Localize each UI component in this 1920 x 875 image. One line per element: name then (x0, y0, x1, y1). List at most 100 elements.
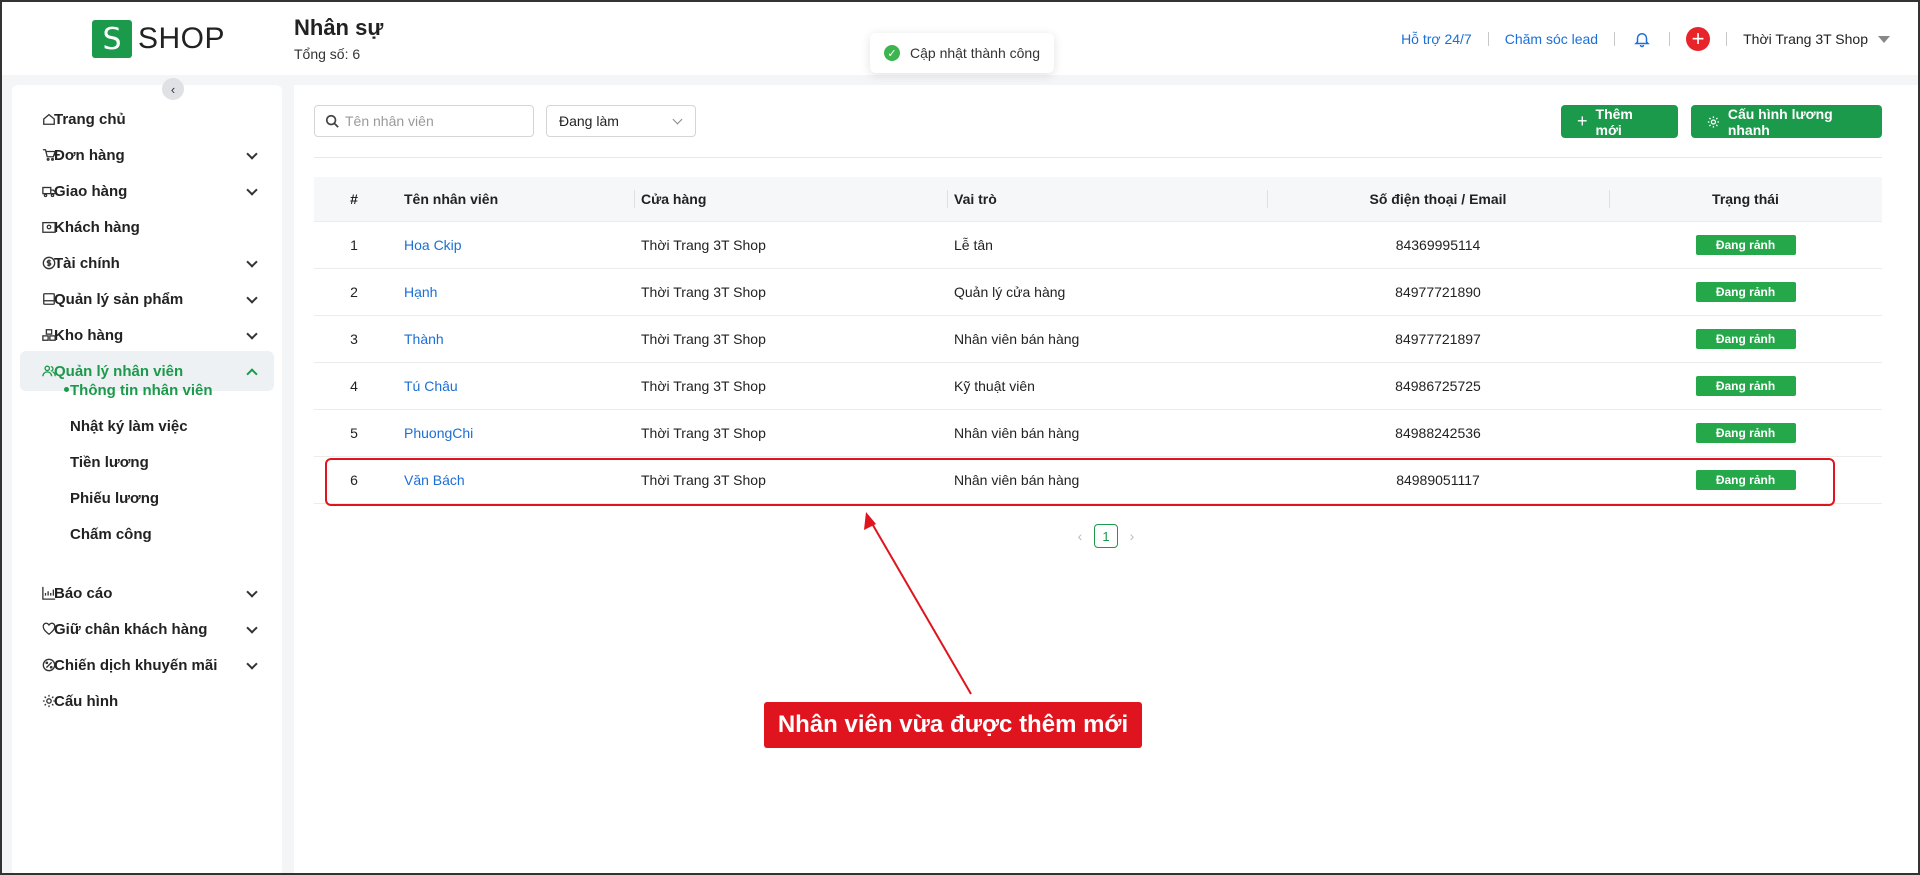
sidebar-item-reports[interactable]: Báo cáo (20, 573, 274, 613)
column-divider (947, 190, 948, 208)
sidebar-item-settings[interactable]: Cấu hình (20, 681, 274, 721)
cell-index: 2 (350, 284, 358, 300)
chevron-down-icon (672, 114, 683, 125)
contact-card-icon (42, 221, 56, 233)
cell-contact: 84989051117 (1396, 472, 1480, 488)
cell-contact: 84369995114 (1395, 237, 1481, 253)
staff-name-link[interactable]: Hạnh (404, 284, 437, 300)
column-header-store: Cửa hàng (641, 191, 707, 207)
sidebar-item-finance[interactable]: Tài chính (20, 243, 274, 283)
subitem-attendance[interactable]: Chấm công (70, 519, 152, 549)
chevron-down-icon (246, 148, 258, 160)
box-icon (43, 293, 55, 305)
sidebar-item-promotions[interactable]: Chiến dịch khuyến mãi (20, 645, 274, 685)
sidebar-item-customers[interactable]: Khách hàng (20, 207, 274, 247)
subitem-staff-info[interactable]: Thông tin nhân viên (70, 375, 213, 405)
sidebar-item-products[interactable]: Quản lý sản phẩm (20, 279, 274, 319)
sidebar-item-label: Báo cáo (54, 584, 113, 602)
header-actions: Hỗ trợ 24/7 Chăm sóc lead + Thời Trang 3… (1401, 24, 1890, 54)
bell-icon[interactable] (1631, 28, 1653, 50)
sidebar-item-label: Tài chính (54, 254, 120, 272)
sidebar-item-label: Cấu hình (54, 692, 119, 710)
sidebar-item-label: Trang chủ (54, 110, 126, 128)
shop-selector[interactable]: Thời Trang 3T Shop (1743, 31, 1868, 47)
column-divider (1609, 190, 1610, 208)
cell-role: Nhân viên bán hàng (954, 425, 1080, 441)
sidebar-item-home[interactable]: Trang chủ (20, 99, 274, 139)
sidebar-item-label: Giao hàng (54, 182, 128, 200)
sidebar-item-label: Đơn hàng (54, 146, 125, 164)
subitem-salary[interactable]: Tiền lương (70, 447, 149, 477)
sidebar-item-retention[interactable]: Giữ chân khách hàng (20, 609, 274, 649)
success-toast: ✓ Cập nhật thành công (870, 33, 1054, 73)
staff-name-link[interactable]: Văn Bách (404, 472, 465, 488)
column-header-index: # (350, 191, 358, 207)
search-input[interactable] (345, 113, 525, 129)
sidebar-item-label: Kho hàng (54, 326, 124, 344)
sidebar-item-label: Quản lý sản phẩm (54, 290, 184, 308)
table-header: # Tên nhân viên Cửa hàng Vai trò Số điện… (314, 177, 1882, 222)
sidebar-item-shipping[interactable]: Giao hàng (20, 171, 274, 211)
lead-care-link[interactable]: Chăm sóc lead (1505, 31, 1598, 47)
dollar-circle-icon (42, 256, 56, 270)
sidebar-item-label: Chiến dịch khuyến mãi (54, 656, 218, 674)
quick-salary-config-label: Cấu hình lương nhanh (1727, 105, 1833, 138)
next-page-icon[interactable]: › (1122, 528, 1142, 544)
cell-index: 4 (350, 378, 358, 394)
logo-mark: S (92, 20, 132, 58)
subitem-work-log[interactable]: Nhật ký làm việc (70, 411, 188, 441)
truck-icon (42, 186, 56, 198)
users-icon (42, 365, 56, 377)
status-filter-select[interactable]: Đang làm (546, 105, 696, 137)
status-badge: Đang rảnh (1695, 329, 1796, 349)
plus-icon: + (1577, 111, 1588, 131)
cell-contact: 84986725725 (1395, 378, 1481, 394)
status-badge: Đang rảnh (1695, 282, 1796, 302)
collapse-sidebar-icon[interactable]: ‹ (162, 78, 184, 100)
cell-store: Thời Trang 3T Shop (641, 237, 766, 253)
cell-role: Nhân viên bán hàng (954, 472, 1080, 488)
cell-index: 6 (350, 472, 358, 488)
toolbar-divider (314, 157, 1882, 158)
quick-salary-config-button[interactable]: Cấu hình lương nhanh (1691, 105, 1882, 138)
plus-circle-icon[interactable]: + (1686, 27, 1711, 51)
add-staff-label: Thêm mới (1595, 105, 1633, 138)
staff-name-link[interactable]: PhuongChi (404, 425, 473, 441)
search-box[interactable] (314, 105, 534, 137)
staff-name-link[interactable]: Tú Châu (404, 378, 458, 394)
prev-page-icon[interactable]: ‹ (1070, 528, 1090, 544)
cell-store: Thời Trang 3T Shop (641, 331, 766, 347)
column-divider (1267, 190, 1268, 208)
cell-store: Thời Trang 3T Shop (641, 425, 766, 441)
cart-icon (42, 149, 56, 161)
status-badge: Đang rảnh (1695, 376, 1796, 396)
sidebar-item-orders[interactable]: Đơn hàng (20, 135, 274, 175)
divider (1487, 32, 1489, 46)
chart-icon (42, 586, 56, 600)
chevron-down-icon (246, 328, 258, 340)
staff-name-link[interactable]: Thành (404, 331, 444, 347)
warehouse-icon (42, 329, 56, 341)
cell-role: Lễ tân (954, 237, 993, 253)
sidebar-item-warehouse[interactable]: Kho hàng (20, 315, 274, 355)
divider (1726, 32, 1728, 46)
staff-name-link[interactable]: Hoa Ckip (404, 237, 462, 253)
cell-contact: 84977721890 (1395, 284, 1481, 300)
gear-icon (1707, 115, 1720, 128)
add-staff-button[interactable]: + Thêm mới (1561, 105, 1678, 138)
heart-icon (42, 622, 56, 636)
subitem-payslip[interactable]: Phiếu lương (70, 483, 159, 513)
discount-icon (42, 658, 56, 672)
cell-role: Quản lý cửa hàng (954, 284, 1066, 300)
chevron-up-icon (246, 368, 258, 380)
caret-down-icon[interactable] (1878, 35, 1890, 43)
app-logo[interactable]: S SHOP (92, 20, 225, 58)
column-header-role: Vai trò (954, 191, 997, 207)
table-row: 5 PhuongChi Thời Trang 3T Shop Nhân viên… (314, 410, 1882, 457)
column-header-status: Trạng thái (1712, 191, 1779, 207)
annotation-callout: Nhân viên vừa được thêm mới (764, 702, 1142, 748)
sidebar-item-label: Giữ chân khách hàng (54, 620, 208, 638)
page-number[interactable]: 1 (1094, 524, 1118, 548)
support-link[interactable]: Hỗ trợ 24/7 (1401, 31, 1472, 47)
column-header-contact: Số điện thoại / Email (1369, 191, 1507, 207)
